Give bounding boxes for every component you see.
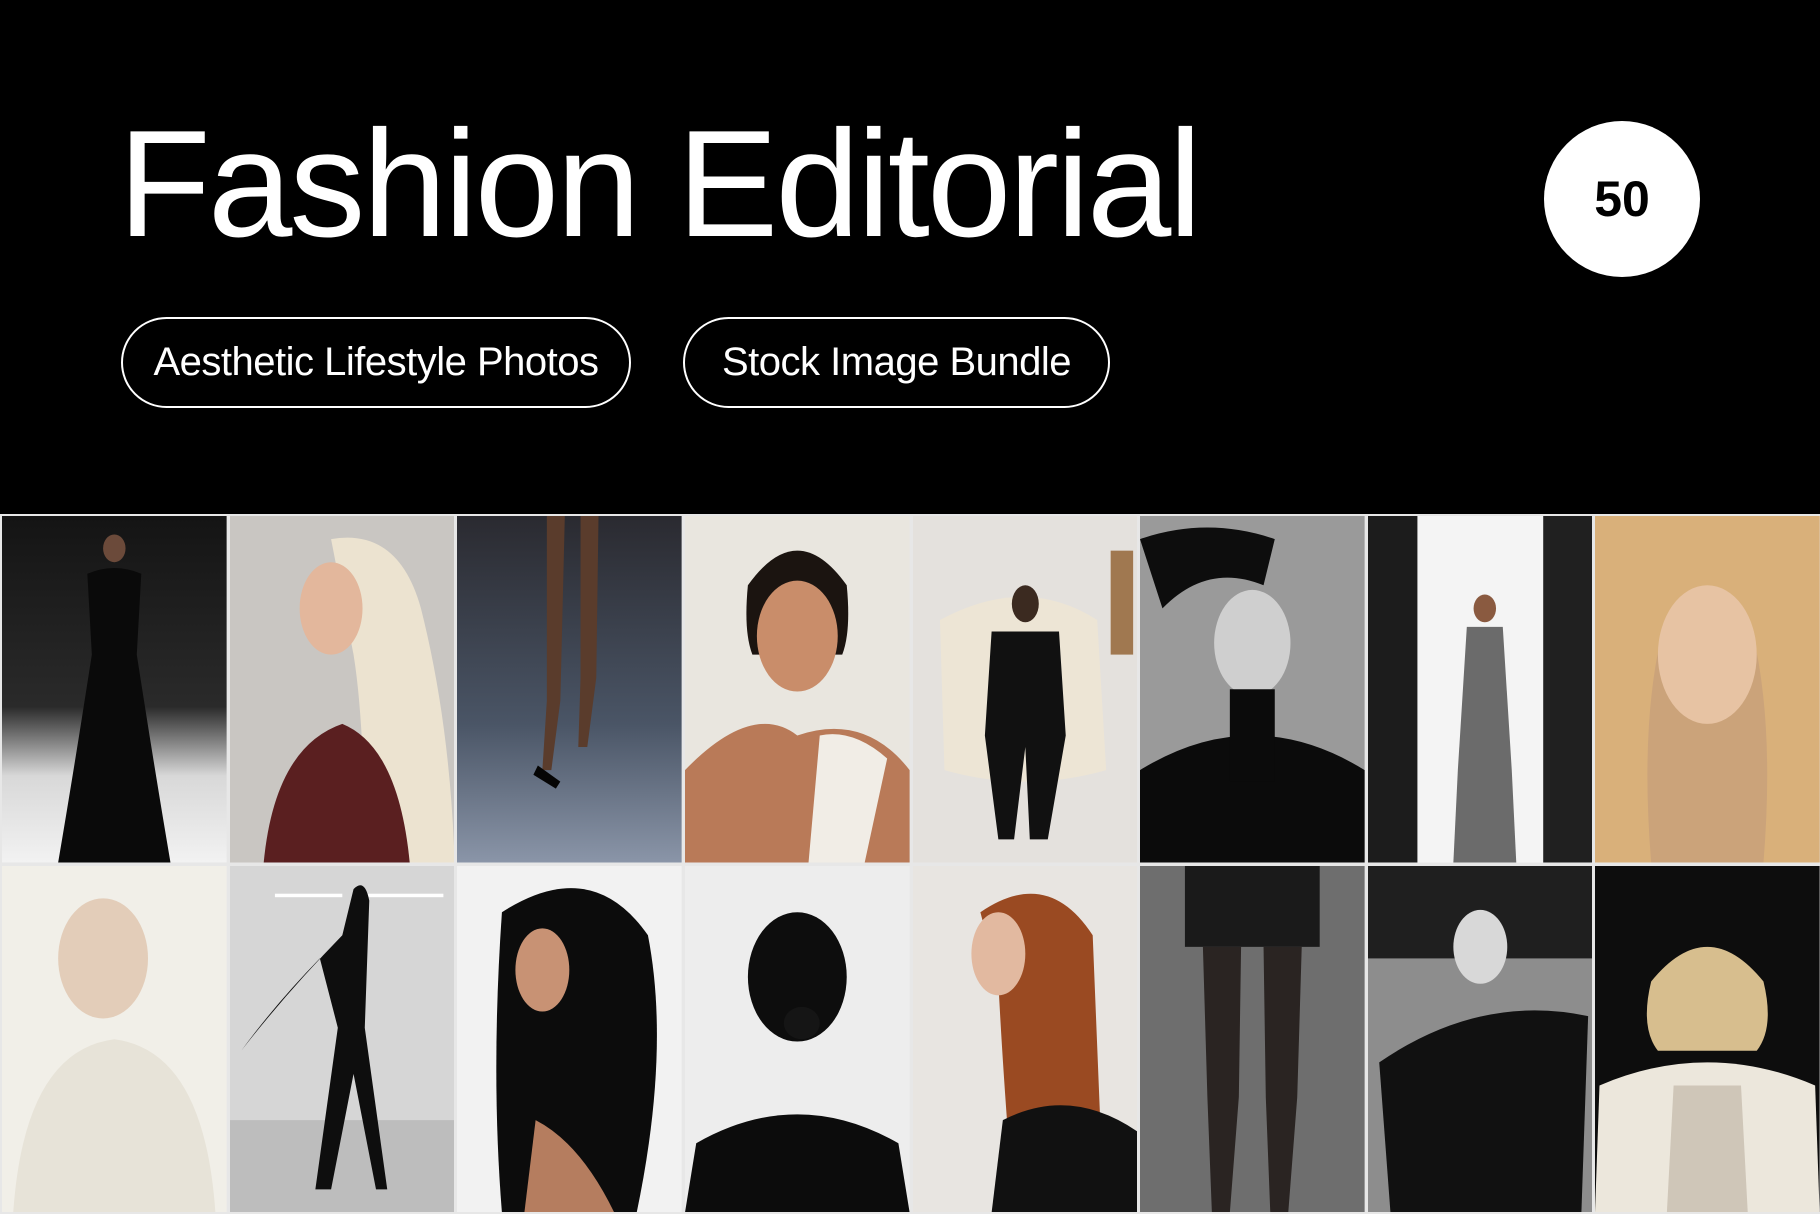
photo-grid [0, 514, 1820, 1214]
tag-stock-image-bundle: Stock Image Bundle [683, 317, 1110, 408]
count-badge: 50 [1544, 121, 1700, 277]
photo-runway-black-gown [2, 516, 227, 863]
page-title: Fashion Editorial [118, 99, 1202, 269]
photo-runway-legs-heels [457, 516, 682, 863]
photo-sleek-bun-back [684, 865, 910, 1212]
photo-runway-grey-dress [1367, 516, 1593, 863]
photo-bw-turtleneck [1140, 516, 1365, 863]
photo-armchair-black-suit [912, 516, 1138, 863]
photo-blonde-bob-back [1595, 865, 1820, 1212]
photo-motion-blur-white [2, 865, 227, 1212]
promo-banner: Fashion Editorial 50 Aesthetic Lifestyle… [0, 0, 1820, 1214]
photo-black-hair-profile [457, 865, 682, 1212]
photo-runway-sheer-tights [1140, 865, 1365, 1212]
photo-wavy-blonde [1595, 516, 1820, 863]
photo-blonde-profile [229, 516, 455, 863]
photo-bw-draped-gown [1367, 865, 1593, 1212]
photo-bw-walking [229, 865, 455, 1212]
tag-aesthetic-lifestyle: Aesthetic Lifestyle Photos [121, 317, 631, 408]
photo-brunette-portrait [684, 516, 910, 863]
header-panel: Fashion Editorial 50 Aesthetic Lifestyle… [0, 0, 1820, 514]
photo-redhead-profile [912, 865, 1138, 1212]
